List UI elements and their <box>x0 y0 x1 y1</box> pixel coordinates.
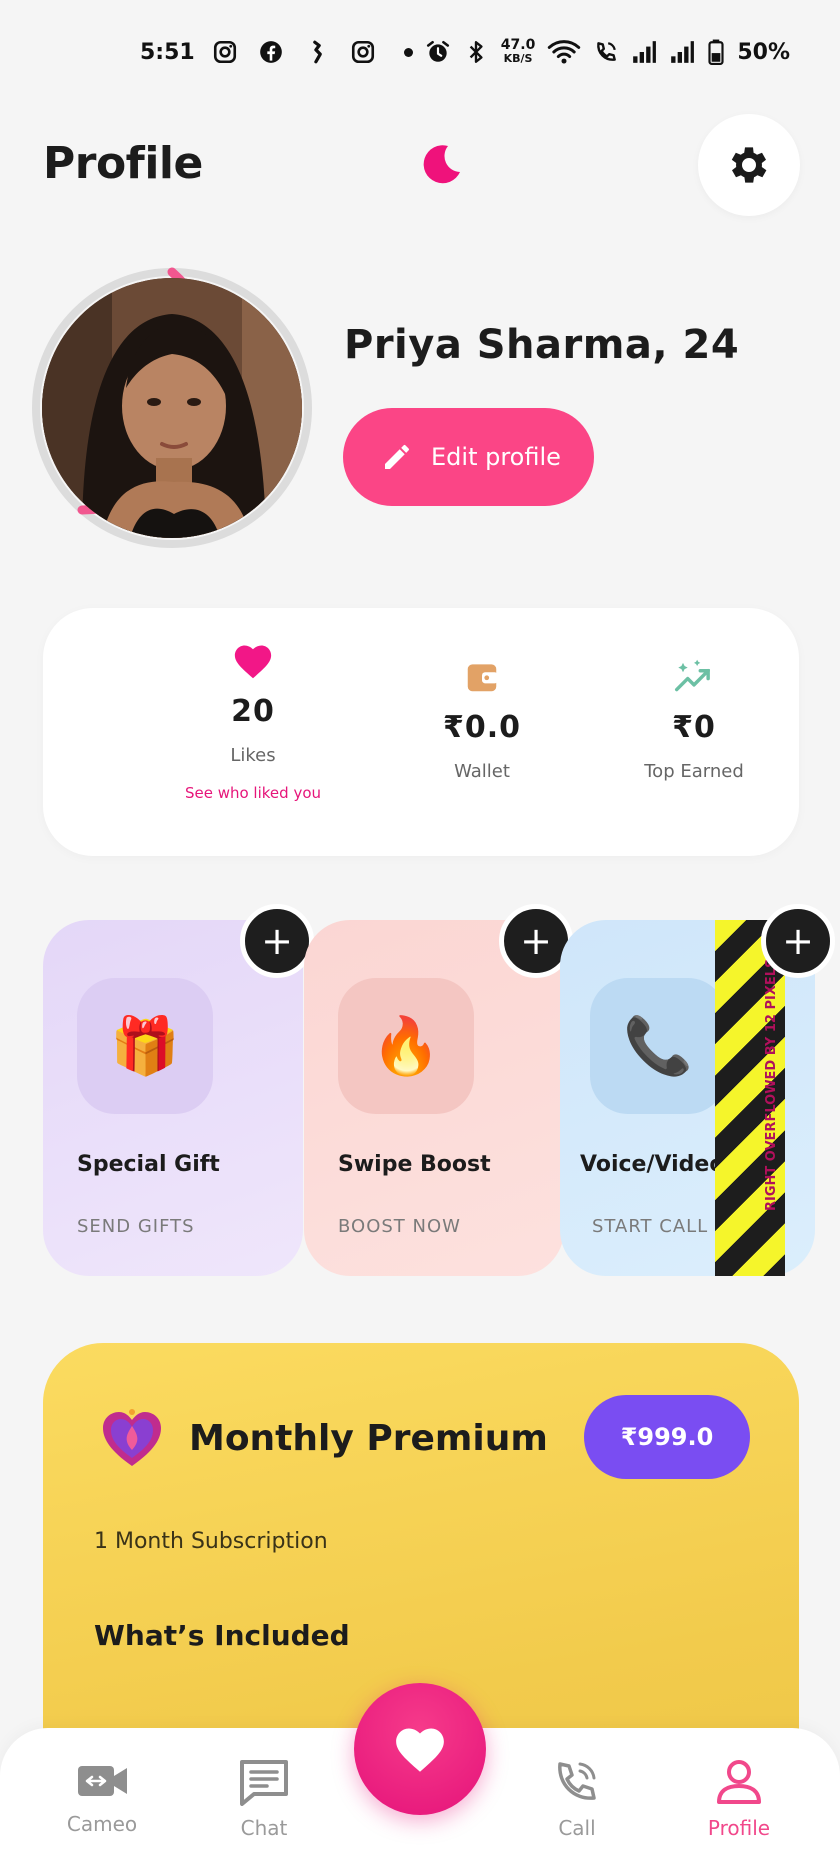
nav-item-call[interactable]: Call <box>512 1758 642 1840</box>
call-icon <box>558 1762 596 1800</box>
nav-item-chat[interactable]: Chat <box>199 1758 329 1840</box>
swipe-boost-title: Swipe Boost <box>338 1152 491 1177</box>
status-bar: 5:51 47.0 KB/S 50% <box>0 0 840 104</box>
phone-icon: 📞 <box>590 978 726 1114</box>
top-earned-label: Top Earned <box>644 761 744 782</box>
facebook-icon <box>260 41 282 63</box>
start-call-label: START CALL <box>592 1216 709 1237</box>
boost-now-label: BOOST NOW <box>338 1216 461 1237</box>
edit-profile-button[interactable]: Edit profile <box>343 408 594 506</box>
net-speed: 47.0 KB/S <box>501 38 536 66</box>
chat-icon <box>240 1760 288 1806</box>
plus-icon: + <box>520 919 552 963</box>
nav-item-cameo[interactable]: Cameo <box>37 1758 167 1836</box>
user-name-age: Priya Sharma, 24 <box>344 322 740 368</box>
premium-price-button[interactable]: ₹999.0 <box>584 1395 750 1479</box>
instagram-icon <box>351 40 375 64</box>
cameo-video-icon <box>78 1766 127 1796</box>
likes-count: 20 <box>231 694 275 729</box>
nav-label-chat: Chat <box>240 1816 288 1840</box>
nav-label-call: Call <box>558 1816 596 1840</box>
net-speed-value: 47.0 <box>500 37 536 53</box>
add-gift-button[interactable]: + <box>240 904 314 978</box>
plus-icon: + <box>782 919 814 963</box>
wallet-balance: ₹0.0 <box>442 710 522 745</box>
net-speed-unit: KB/S <box>503 52 533 65</box>
stat-likes[interactable]: 20 Likes See who liked you <box>143 642 363 802</box>
wifi-calling-icon <box>597 42 617 61</box>
wallet-label: Wallet <box>454 761 510 782</box>
signal-icon <box>633 41 657 63</box>
edit-profile-label: Edit profile <box>431 443 561 471</box>
avatar[interactable] <box>42 278 302 538</box>
more-notifications-dot-icon <box>404 47 413 57</box>
wallet-icon <box>467 664 498 692</box>
fire-icon: 🔥 <box>338 978 474 1114</box>
whats-included-heading: What’s Included <box>94 1619 350 1652</box>
avatar-photo <box>42 278 302 538</box>
status-time: 5:51 <box>140 39 195 65</box>
alarm-icon <box>426 40 449 62</box>
nav-label-cameo: Cameo <box>66 1812 138 1836</box>
heart-icon <box>396 1728 444 1772</box>
stats-card: 20 Likes See who liked you ₹0.0 Wallet ₹… <box>43 608 799 856</box>
system-icons: 47.0 KB/S 50% <box>425 37 790 67</box>
instagram-icon <box>213 40 237 64</box>
nav-label-profile: Profile <box>707 1816 771 1840</box>
battery-percent: 50% <box>737 39 790 65</box>
send-gifts-label: SEND GIFTS <box>77 1216 195 1237</box>
nav-item-profile[interactable]: Profile <box>674 1758 804 1840</box>
moon-icon[interactable] <box>418 142 464 188</box>
bluetooth-icon <box>469 41 483 63</box>
notification-icons <box>212 39 421 65</box>
see-who-liked-link[interactable]: See who liked you <box>143 784 363 802</box>
pencil-icon <box>385 444 409 469</box>
likes-label: Likes <box>230 745 276 766</box>
wifi-icon <box>548 40 581 64</box>
plus-icon: + <box>261 919 293 963</box>
special-gift-title: Special Gift <box>77 1152 220 1177</box>
discover-heart-button[interactable] <box>354 1683 486 1815</box>
signal-icon <box>671 41 695 63</box>
gift-icon: 🎁 <box>77 978 213 1114</box>
page-title: Profile <box>43 138 203 189</box>
battery-icon <box>708 39 724 65</box>
profile-icon <box>717 1760 761 1804</box>
heart-icon <box>234 645 272 679</box>
premium-heart-icon <box>103 1409 161 1466</box>
stat-top-earned[interactable]: ₹0 Top Earned <box>584 658 804 782</box>
add-call-button[interactable]: + <box>761 904 835 978</box>
settings-button[interactable] <box>698 114 800 216</box>
messenger-icon <box>313 40 322 64</box>
premium-subtitle: 1 Month Subscription <box>94 1529 328 1554</box>
stat-wallet[interactable]: ₹0.0 Wallet <box>372 658 592 782</box>
overflow-warning-text: RIGHT OVERFLOWED BY 12 PIXELS <box>764 958 779 1211</box>
gear-icon <box>731 147 767 183</box>
premium-title: Monthly Premium <box>189 1418 548 1459</box>
top-earned-value: ₹0 <box>672 710 716 745</box>
trending-sparkle-icon <box>674 659 710 692</box>
